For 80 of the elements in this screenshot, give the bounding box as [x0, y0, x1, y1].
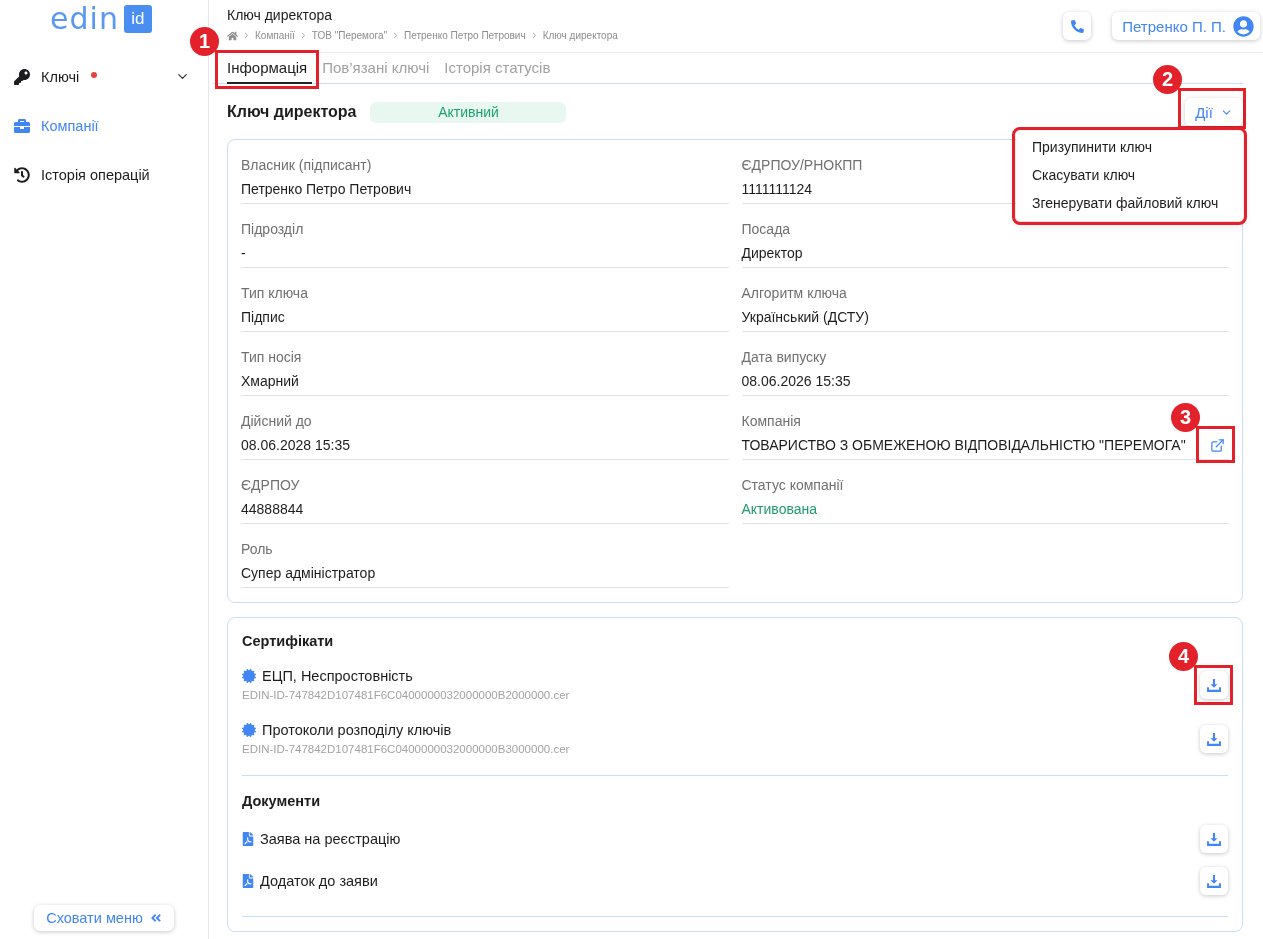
field-value: Підпис — [241, 308, 285, 327]
field-label: ЄДРПОУ — [241, 476, 300, 494]
breadcrumb-link[interactable]: Компанії — [255, 29, 295, 42]
download-button[interactable] — [1200, 671, 1228, 699]
field-label: Тип носія — [241, 348, 302, 366]
double-chevron-left-icon — [149, 912, 162, 924]
tab[interactable]: Історія статусів — [444, 53, 556, 84]
document-name: Заява на реєстрацію — [260, 830, 401, 848]
field-label: ЄДРПОУ/РНОКПП — [741, 156, 863, 174]
field-label: Власник (підписант) — [241, 156, 372, 174]
download-button[interactable] — [1200, 867, 1228, 895]
tab[interactable]: Пов’язані ключі — [322, 53, 435, 84]
key-icon — [14, 68, 30, 85]
external-link-icon — [1209, 437, 1225, 453]
sidebar-item[interactable]: Історія операцій — [0, 150, 208, 199]
menu-item[interactable]: Скасувати ключ — [1016, 161, 1243, 189]
step-number: 4 — [1169, 642, 1198, 671]
field-label: Статус компанії — [741, 476, 844, 494]
pdf-file-icon — [242, 832, 254, 846]
field-label: Роль — [241, 540, 273, 558]
history-icon — [14, 166, 30, 183]
field-value: 08.06.2028 15:35 — [241, 436, 350, 455]
logo-badge: id — [123, 5, 152, 33]
user-avatar-icon — [1233, 15, 1254, 37]
pdf-file-icon — [242, 874, 254, 888]
field-value: 1111111124 — [741, 180, 813, 199]
hide-menu-button[interactable]: Сховати меню — [34, 905, 174, 931]
field-value: 08.06.2026 15:35 — [741, 372, 851, 391]
document-name: Додаток до заяви — [260, 872, 378, 890]
field-value: - — [241, 244, 246, 263]
file-name: EDIN-ID-747842D107481F6C0400000032000000B2000000.cer — [242, 688, 570, 703]
field-value: Хмарний — [241, 372, 299, 391]
download-button[interactable] — [1200, 825, 1228, 853]
download-icon — [1207, 678, 1221, 692]
field-value: ТОВАРИСТВО З ОБМЕЖЕНОЮ ВІДПОВІДАЛЬНІСТЮ "ПЕРЕМОГА" — [741, 436, 1186, 455]
step-number: 3 — [1171, 403, 1200, 432]
file-name: EDIN-ID-747842D107481F6C0400000032000000B3000000.cer — [242, 742, 570, 757]
certificate-name: ЕЦП, Неспростовність — [262, 667, 413, 685]
download-button[interactable] — [1200, 725, 1228, 753]
section-title: Документи — [242, 792, 322, 810]
menu-item[interactable]: Призупинити ключ — [1016, 133, 1243, 161]
menu-item[interactable]: Згенерувати файловий ключ — [1016, 189, 1243, 217]
status-text: Активована — [741, 500, 817, 519]
field-value: Директор — [741, 244, 803, 263]
field-value: Супер адміністратор — [241, 564, 376, 583]
field-label: Підрозділ — [241, 220, 304, 238]
download-icon — [1207, 832, 1221, 846]
step-number: 2 — [1153, 65, 1182, 94]
field-label: Тип ключа — [241, 284, 308, 302]
field-value: Український (ДСТУ) — [741, 308, 869, 327]
field-value: 44888844 — [241, 500, 304, 519]
download-icon — [1207, 732, 1221, 746]
chevron-right-icon — [242, 31, 251, 40]
field-value: Петренко Петро Петрович — [241, 180, 412, 199]
breadcrumb-link[interactable]: ТОВ "Перемога" — [311, 29, 388, 42]
section-title: Сертифікати — [242, 632, 335, 650]
key-title: Ключ директора — [227, 103, 357, 121]
field-label: Алгоритм ключа — [741, 284, 847, 302]
phone-icon — [1070, 19, 1084, 33]
tab[interactable]: Інформація — [227, 53, 313, 84]
field-label: Дійсний до — [241, 412, 312, 430]
phone-button[interactable] — [1063, 12, 1092, 40]
user-menu-button[interactable]: Петренко П. П. — [1112, 12, 1260, 40]
home-icon[interactable] — [227, 30, 238, 41]
seal-icon — [242, 669, 256, 683]
page-title: Ключ директора — [227, 6, 334, 24]
field-label: Компанія — [741, 412, 801, 430]
sidebar-item[interactable]: Компанії — [0, 101, 208, 150]
briefcase-icon — [14, 117, 30, 134]
breadcrumb-link[interactable]: Петренко Петро Петрович — [404, 29, 526, 42]
actions-button[interactable]: Дії — [1185, 98, 1243, 126]
download-icon — [1207, 874, 1221, 888]
logo-text: edin — [50, 5, 119, 33]
breadcrumb-current: Ключ директора — [542, 29, 618, 42]
status-badge: Активний — [370, 101, 567, 123]
field-label: Дата випуску — [741, 348, 827, 366]
field-label: Посада — [741, 220, 791, 238]
certificate-name: Протоколи розподілу ключів — [262, 721, 452, 739]
seal-icon — [242, 723, 256, 737]
step-number: 1 — [190, 27, 219, 56]
